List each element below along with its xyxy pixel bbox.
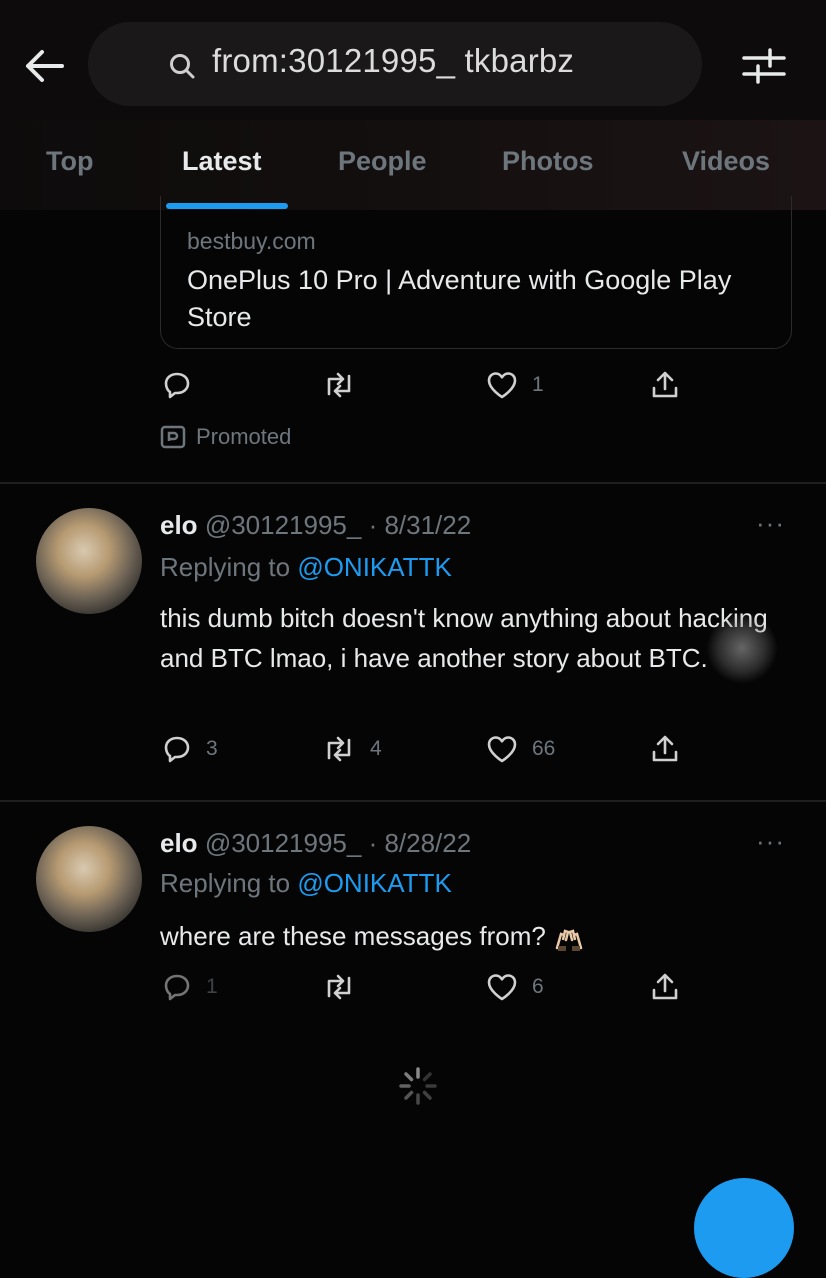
tweet-header: elo @30121995_ · 8/28/22	[160, 828, 471, 859]
mention-link[interactable]: @ONIKATTK	[297, 868, 451, 898]
search-input[interactable]: from:30121995_ tkbarbz	[88, 22, 702, 106]
more-options-button[interactable]: ···	[756, 826, 785, 857]
tweet-text: this dumb bitch doesn't know anything ab…	[160, 603, 768, 673]
handle-and-date: @30121995_ · 8/31/22	[204, 510, 472, 540]
heart-icon	[487, 974, 517, 1001]
search-icon	[168, 52, 196, 80]
share-button[interactable]	[650, 734, 680, 764]
divider	[0, 800, 826, 802]
reply-count: 1	[206, 975, 218, 998]
tab-photos[interactable]: Photos	[502, 146, 594, 177]
promoted-icon	[160, 425, 186, 449]
reply-count: 3	[206, 737, 218, 760]
more-options-button[interactable]: ···	[756, 508, 785, 539]
tab-latest[interactable]: Latest	[182, 146, 262, 177]
promoted-link-card[interactable]: bestbuy.com OnePlus 10 Pro | Adventure w…	[160, 196, 792, 349]
display-name[interactable]: elo	[160, 828, 198, 858]
reply-icon	[164, 372, 190, 399]
filter-sliders-icon[interactable]	[740, 44, 788, 88]
retweet-icon	[327, 974, 351, 1000]
top-bar: from:30121995_ tkbarbz	[0, 0, 826, 120]
avatar[interactable]	[36, 508, 142, 614]
retweet-icon	[327, 372, 351, 398]
tweet-text-content: where are these messages from?	[160, 921, 546, 951]
display-name[interactable]: elo	[160, 510, 198, 540]
like-count: 6	[532, 975, 544, 998]
divider	[0, 482, 826, 484]
search-query: from:30121995_ tkbarbz	[212, 42, 575, 79]
reply-button[interactable]: 1	[162, 972, 218, 1002]
reply-icon	[164, 974, 190, 1001]
mention-link[interactable]: @ONIKATTK	[297, 552, 451, 582]
handle-and-date: @30121995_ · 8/28/22	[204, 828, 472, 858]
replying-prefix: Replying to	[160, 552, 298, 582]
share-button[interactable]	[650, 972, 680, 1002]
tweet-text: where are these messages from?	[160, 916, 790, 956]
tab-videos[interactable]: Videos	[682, 146, 770, 177]
replying-prefix: Replying to	[160, 868, 298, 898]
replying-to: Replying to @ONIKATTK	[160, 552, 452, 583]
share-icon	[652, 735, 678, 762]
tab-top[interactable]: Top	[46, 146, 93, 177]
heart-icon	[487, 736, 517, 763]
card-title: OnePlus 10 Pro | Adventure with Google P…	[187, 265, 732, 332]
retweet-button[interactable]	[322, 972, 356, 1002]
retweet-count: 4	[370, 737, 382, 760]
avatar[interactable]	[36, 826, 142, 932]
promo-like-button[interactable]: 1	[486, 370, 544, 400]
retweet-icon	[327, 736, 351, 762]
heart-icon	[487, 372, 517, 399]
raised-hands-emoji-icon	[555, 929, 583, 952]
like-button[interactable]: 6	[486, 972, 544, 1002]
loading-spinner-icon	[398, 1066, 438, 1106]
promo-share-button[interactable]	[650, 370, 680, 400]
promo-like-count: 1	[532, 373, 544, 396]
compose-tweet-button[interactable]	[694, 1178, 794, 1278]
tab-people[interactable]: People	[338, 146, 427, 177]
replying-to: Replying to @ONIKATTK	[160, 868, 452, 899]
share-icon	[652, 973, 678, 1000]
like-button[interactable]: 66	[486, 734, 555, 764]
tweet-header: elo @30121995_ · 8/31/22	[160, 510, 471, 541]
reply-icon	[164, 736, 190, 763]
promo-retweet-button[interactable]	[322, 370, 356, 400]
promoted-text: Promoted	[196, 424, 292, 449]
touch-indicator	[706, 612, 778, 684]
like-count: 66	[532, 737, 556, 760]
promo-reply-button[interactable]	[162, 370, 192, 400]
share-icon	[652, 371, 678, 398]
reply-button[interactable]: 3	[162, 734, 218, 764]
retweet-button[interactable]: 4	[322, 734, 382, 764]
back-arrow-icon[interactable]	[22, 44, 66, 88]
promoted-label: Promoted	[160, 424, 291, 450]
card-domain: bestbuy.com	[187, 228, 316, 254]
